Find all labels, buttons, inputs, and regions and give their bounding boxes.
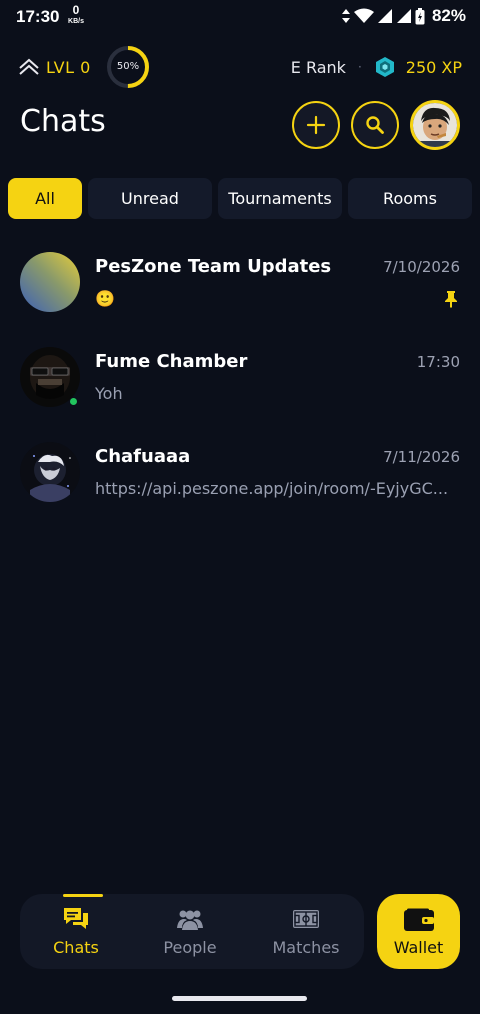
plus-icon bbox=[306, 115, 326, 135]
people-icon bbox=[177, 910, 203, 930]
network-speed-unit: KB/s bbox=[68, 18, 84, 25]
active-indicator bbox=[63, 894, 103, 897]
tab-unread[interactable]: Unread bbox=[88, 178, 212, 219]
network-speed-value: 0 bbox=[72, 3, 80, 17]
status-time: 17:30 bbox=[16, 7, 60, 26]
rank-separator: · bbox=[357, 60, 362, 74]
online-status-dot bbox=[69, 397, 78, 406]
pin-icon bbox=[445, 291, 457, 308]
wallet-label: Wallet bbox=[393, 938, 444, 957]
new-chat-button[interactable] bbox=[292, 101, 340, 149]
xp-gem-icon bbox=[375, 57, 394, 77]
chat-avatar bbox=[20, 252, 80, 312]
signal-icon-2 bbox=[396, 9, 411, 23]
chat-item-chafuaaa[interactable]: Chafuaaa 7/11/2026 https://api.peszone.a… bbox=[0, 442, 480, 532]
wallet-icon bbox=[404, 908, 434, 931]
nav-people-label: People bbox=[163, 938, 217, 957]
nav-chats-label: Chats bbox=[53, 938, 99, 957]
level-progress-ring: 50% bbox=[106, 45, 150, 89]
chat-item-peszone-team-updates[interactable]: PesZone Team Updates 7/10/2026 🙂 bbox=[0, 252, 480, 342]
chat-last-message: https://api.peszone.app/join/room/-EyjyG… bbox=[95, 479, 449, 498]
nav-matches-label: Matches bbox=[272, 938, 340, 957]
battery-percent: 82% bbox=[431, 6, 466, 25]
signal-icon bbox=[377, 9, 392, 23]
tab-all[interactable]: All bbox=[8, 178, 82, 219]
chat-last-message: Yoh bbox=[95, 384, 123, 403]
tab-tournaments[interactable]: Tournaments bbox=[218, 178, 342, 219]
xp-value: 250 XP bbox=[405, 57, 462, 77]
chat-last-message: 🙂 bbox=[95, 289, 115, 308]
status-icons: 82% bbox=[341, 6, 466, 26]
search-button[interactable] bbox=[351, 101, 399, 149]
nav-matches[interactable]: Matches bbox=[256, 894, 356, 969]
search-icon bbox=[366, 116, 384, 134]
pitch-icon bbox=[293, 910, 319, 928]
chat-bubbles-icon bbox=[64, 908, 88, 929]
bottom-nav: Chats People Matches bbox=[20, 894, 364, 969]
chat-avatar bbox=[20, 442, 80, 502]
level-progress-label: 50% bbox=[116, 61, 140, 72]
chat-item-fume-chamber[interactable]: Fume Chamber 17:30 Yoh bbox=[0, 347, 480, 437]
wallet-button[interactable]: Wallet bbox=[377, 894, 460, 969]
nav-people[interactable]: People bbox=[140, 894, 240, 969]
chat-time: 7/11/2026 bbox=[383, 448, 460, 466]
tab-rooms[interactable]: Rooms bbox=[348, 178, 472, 219]
nav-chats[interactable]: Chats bbox=[26, 894, 126, 969]
chat-time: 7/10/2026 bbox=[383, 258, 460, 276]
data-arrows-icon bbox=[341, 9, 350, 23]
chat-name: PesZone Team Updates bbox=[95, 256, 332, 277]
status-bar: 17:30 0 KB/s 82% bbox=[0, 0, 480, 36]
profile-avatar[interactable] bbox=[410, 100, 460, 150]
level-indicator[interactable]: LVL 0 50% bbox=[18, 45, 149, 89]
rank-label: E Rank bbox=[290, 57, 346, 77]
level-chevron-icon bbox=[19, 58, 39, 75]
home-indicator[interactable] bbox=[172, 996, 307, 1001]
rank-xp-display[interactable]: E Rank · 250 XP bbox=[291, 54, 462, 80]
page-title: Chats bbox=[20, 104, 106, 139]
chat-time: 17:30 bbox=[416, 353, 460, 371]
chat-name: Fume Chamber bbox=[95, 351, 248, 372]
battery-icon bbox=[415, 7, 425, 24]
wifi-icon bbox=[353, 8, 374, 23]
level-label: LVL 0 bbox=[46, 57, 91, 77]
filter-tabs: All Unread Tournaments Rooms bbox=[8, 178, 472, 219]
chat-name: Chafuaaa bbox=[95, 446, 191, 467]
network-speed: 0 KB/s bbox=[66, 3, 86, 26]
